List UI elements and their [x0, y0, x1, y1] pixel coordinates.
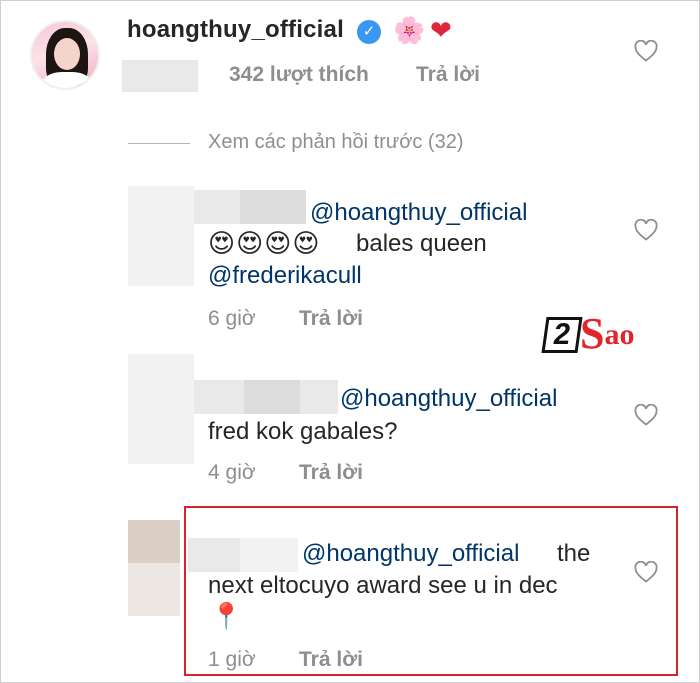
comment-time: 4 giờ [208, 461, 256, 484]
blurred-area [122, 60, 198, 92]
comment-text: next eltocuyo award see u in dec [208, 572, 558, 599]
reply-button[interactable]: Trả lời [299, 648, 363, 672]
comment-mention[interactable]: @hoangthuy_official [310, 197, 527, 229]
blurred-username [188, 538, 240, 572]
blurred-avatar [128, 354, 194, 464]
comment-mention[interactable]: @hoangthuy_official [302, 538, 519, 570]
blurred-username [194, 190, 240, 224]
likes-count[interactable]: 342 lượt thích [229, 63, 369, 87]
blurred-avatar [128, 186, 194, 286]
heart-eyes-emojis: 😍😍😍😍 [208, 228, 321, 258]
comment-text: bales queen [356, 230, 487, 257]
2sao-watermark-logo: 2 Sao [541, 304, 634, 358]
reply-button[interactable]: Trả lời [299, 461, 363, 485]
blurred-username [300, 380, 338, 414]
reply-button[interactable]: Trả lời [299, 307, 363, 331]
comment-mention[interactable]: @hoangthuy_official [340, 383, 557, 415]
like-heart-icon[interactable] [634, 561, 658, 583]
like-heart-icon[interactable] [634, 40, 658, 62]
comment-mention[interactable]: @frederikacull [208, 260, 362, 292]
pin-emoji: 📍 [210, 601, 243, 631]
verified-badge-icon: ✓ [357, 20, 381, 44]
replies-divider-line [128, 143, 190, 144]
comment-text: the [557, 540, 591, 567]
comment-text: fred kok gabales? [208, 418, 398, 445]
blurred-username [244, 380, 300, 414]
blurred-username [240, 538, 298, 572]
blurred-username [194, 380, 244, 414]
like-heart-icon[interactable] [634, 219, 658, 241]
flower-emoji: 🌸 [393, 15, 426, 45]
heart-emoji: ❤ [430, 15, 452, 45]
blurred-avatar [128, 520, 180, 616]
view-previous-replies[interactable]: Xem các phản hồi trước (32) [208, 131, 464, 154]
like-heart-icon[interactable] [634, 404, 658, 426]
comment-time: 1 giờ [208, 648, 256, 671]
profile-avatar[interactable] [30, 20, 100, 90]
post-username[interactable]: hoangthuy_official [127, 16, 344, 44]
reply-button[interactable]: Trả lời [416, 63, 480, 87]
blurred-username [240, 190, 306, 224]
comment-time: 6 giờ [208, 307, 256, 330]
